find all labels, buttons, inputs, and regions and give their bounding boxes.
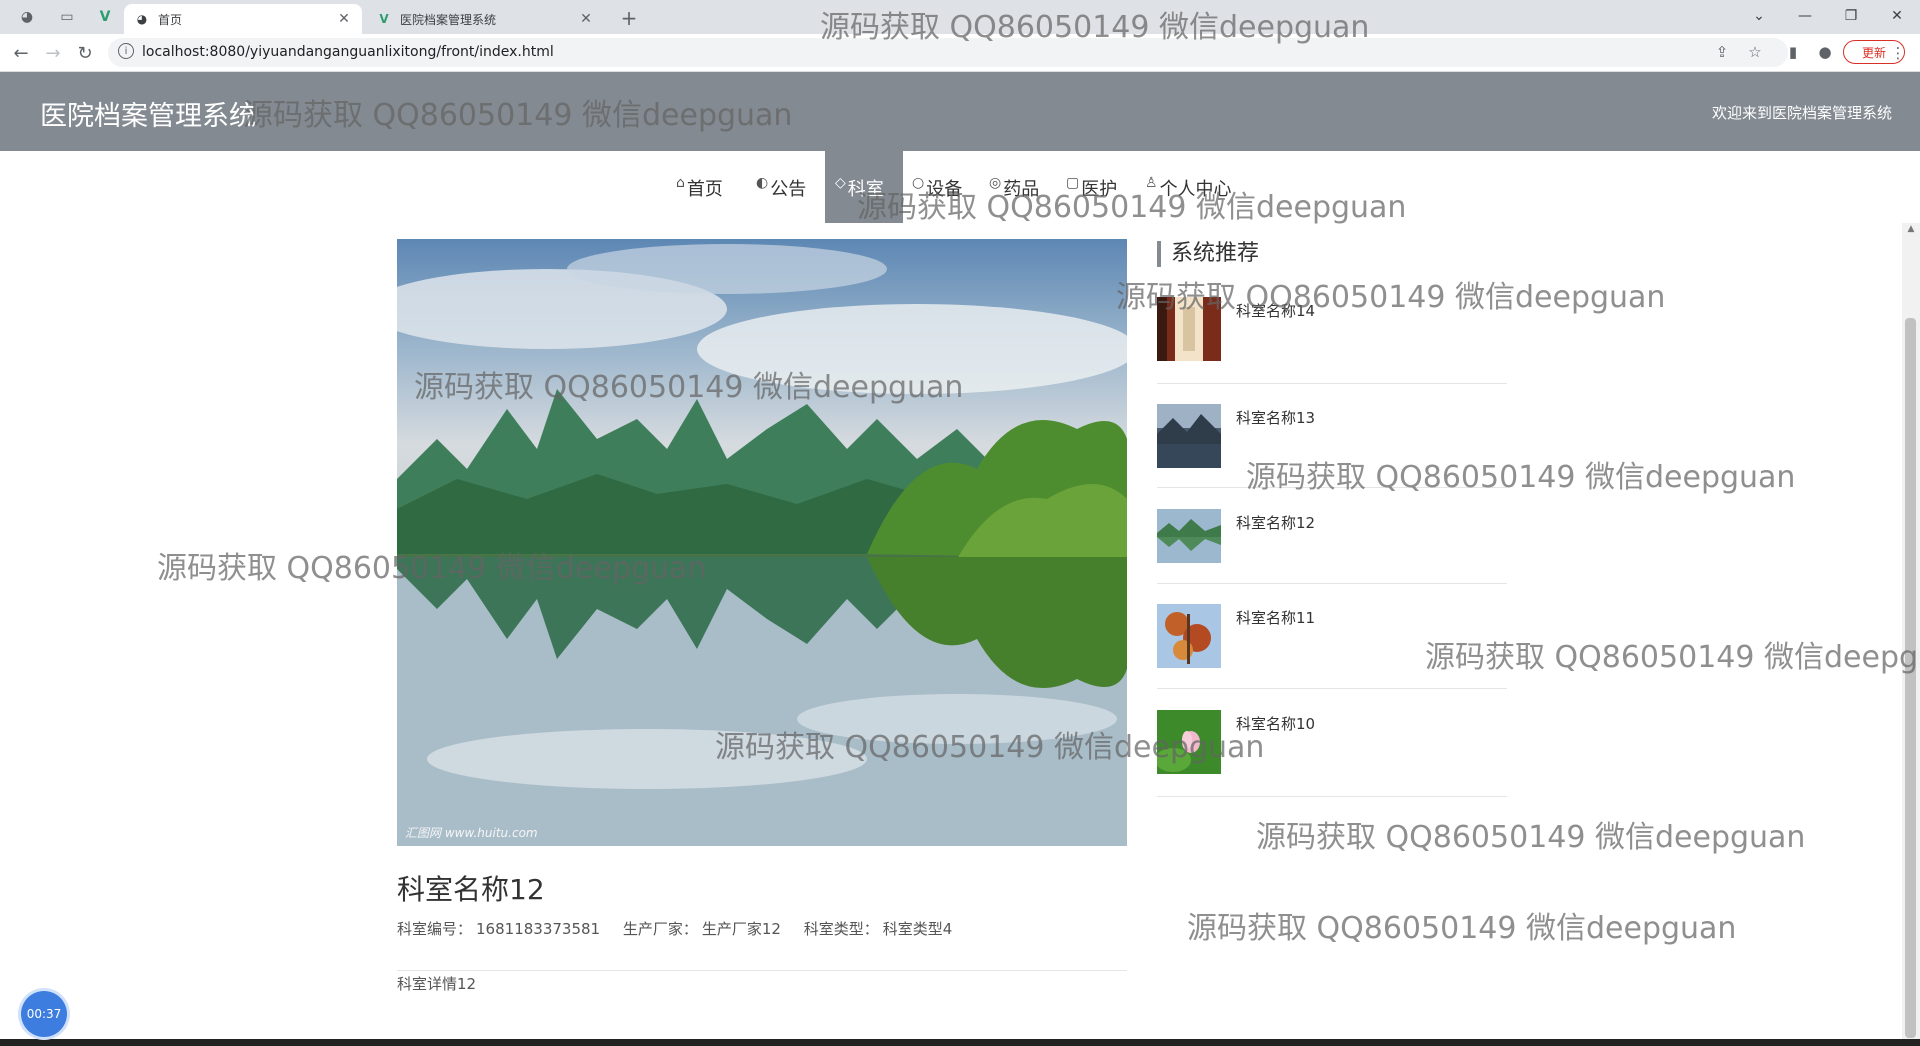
menu-label: 科室	[847, 179, 884, 200]
scroll-up-arrow-icon[interactable]: ▲	[1904, 224, 1918, 236]
department-image: 汇图网 www.huitu.com	[397, 239, 1127, 846]
side-panel-icon[interactable]: ▮	[1782, 41, 1804, 63]
scrollbar-thumb[interactable]	[1905, 318, 1916, 1038]
back-button[interactable]: ←	[9, 41, 33, 65]
divider	[397, 970, 1127, 971]
menu-item-medicine[interactable]: ◎ 药品	[989, 151, 1051, 223]
menu-item-equipment[interactable]: ○ 设备	[912, 151, 974, 223]
meta-value: 1681183373581	[476, 920, 601, 938]
menu-label: 公告	[770, 179, 807, 200]
watermark-text: 源码获取 QQ86050149 微信deepguan	[1256, 820, 1806, 855]
tab-search-icon[interactable]: ◕	[14, 5, 40, 29]
tag-icon: ◇	[835, 175, 846, 191]
browser-tab-system[interactable]: V 医院档案管理系统 ✕	[366, 4, 604, 34]
menu-item-home[interactable]: ⌂ 首页	[676, 151, 740, 223]
close-tab-icon[interactable]: ✕	[578, 11, 594, 27]
browser-tab-strip: ◕ ▭ V ◕ 首页 ✕ V 医院档案管理系统 ✕ + ⌄ — ❐ ✕	[0, 0, 1920, 34]
corridor-thumbnail	[1157, 297, 1221, 361]
divider	[1157, 487, 1507, 488]
recommend-thumbnail[interactable]	[1157, 404, 1221, 468]
watermark-text: 源码获取 QQ86050149 微信deepguan	[1187, 911, 1737, 946]
meta-value: 科室类型4	[882, 920, 953, 938]
recommend-name[interactable]: 科室名称12	[1236, 512, 1315, 533]
circle-icon: ○	[912, 175, 925, 191]
globe-icon: ◕	[136, 12, 148, 26]
more-menu-icon[interactable]: ⋮	[1887, 42, 1909, 64]
close-window-button[interactable]: ✕	[1874, 0, 1920, 32]
tab-label: 医院档案管理系统	[400, 12, 497, 27]
recommend-thumbnail[interactable]	[1157, 509, 1221, 563]
meta-label: 科室编号：	[397, 920, 473, 938]
department-meta: 科室编号： 1681183373581 生产厂家： 生产厂家12 科室类型： 科室类型…	[397, 918, 970, 939]
reload-button[interactable]: ↻	[73, 41, 97, 65]
address-toolbar: ← → ↻ i localhost:8080/yiyuandanganguanl…	[0, 34, 1920, 72]
divider	[1157, 383, 1507, 384]
meta-value: 生产厂家12	[701, 920, 781, 938]
site-info-icon[interactable]: i	[118, 43, 134, 59]
share-icon[interactable]: ⇪	[1711, 41, 1733, 63]
river-thumbnail	[1157, 509, 1221, 563]
recommend-name[interactable]: 科室名称10	[1236, 713, 1315, 734]
recommend-name[interactable]: 科室名称14	[1236, 300, 1315, 321]
forward-button[interactable]: →	[41, 41, 65, 65]
home-icon: ⌂	[676, 175, 685, 191]
menu-item-staff[interactable]: ▢ 医护	[1066, 151, 1128, 223]
url-text[interactable]: localhost:8080/yiyuandanganguanlixitong/…	[142, 44, 554, 60]
department-description: 科室详情12	[397, 975, 477, 993]
divider	[1157, 583, 1507, 584]
menu-item-department[interactable]: ◇ 科室	[825, 151, 903, 223]
user-icon: ♙	[1145, 175, 1158, 191]
tab-search-dropdown-icon[interactable]: ⌄	[1736, 0, 1782, 32]
palette-icon: ◐	[756, 175, 769, 191]
restore-button[interactable]: ❐	[1828, 0, 1874, 32]
bookmark-star-icon[interactable]: ☆	[1744, 41, 1766, 63]
recommend-name[interactable]: 科室名称13	[1236, 407, 1315, 428]
recommend-title: 系统推荐	[1157, 241, 1259, 267]
site-header: 医院档案管理系统 欢迎来到医院档案管理系统	[0, 72, 1920, 151]
divider	[1157, 796, 1507, 797]
address-bar[interactable]: i localhost:8080/yiyuandanganguanlixiton…	[108, 38, 1788, 67]
welcome-text: 欢迎来到医院档案管理系统	[1711, 104, 1892, 122]
menu-item-notice[interactable]: ◐ 公告	[756, 151, 818, 223]
menu-label: 个人中心	[1159, 179, 1232, 200]
divider	[1157, 688, 1507, 689]
meta-label: 生产厂家：	[622, 920, 698, 938]
pinned-tab-icon[interactable]: ▭	[54, 5, 80, 29]
lotus-thumbnail	[1157, 710, 1221, 774]
autumn-leaves-thumbnail	[1157, 604, 1221, 668]
recommend-thumbnail[interactable]	[1157, 710, 1221, 774]
recommend-thumbnail[interactable]	[1157, 604, 1221, 668]
bottom-strip	[0, 1039, 1920, 1046]
browser-tab-home[interactable]: ◕ 首页 ✕	[124, 4, 362, 34]
menu-item-profile[interactable]: ♙ 个人中心	[1145, 151, 1245, 223]
close-tab-icon[interactable]: ✕	[336, 11, 352, 27]
tab-label: 首页	[158, 12, 183, 27]
image-credit: 汇图网 www.huitu.com	[405, 826, 538, 840]
vue-favicon-icon: V	[379, 12, 389, 26]
landscape-illustration	[397, 244, 1127, 846]
minimize-button[interactable]: —	[1782, 0, 1828, 32]
lake-town-thumbnail	[1157, 404, 1221, 468]
menu-label: 医护	[1081, 179, 1118, 200]
watermark-text: 源码获取 QQ86050149 微信deepguan	[1425, 640, 1920, 675]
menu-label: 设备	[926, 179, 963, 200]
vue-favicon-icon[interactable]: V	[92, 5, 118, 29]
pills-icon: ◎	[989, 175, 1002, 191]
menu-label: 药品	[1003, 179, 1040, 200]
meta-label: 科室类型：	[803, 920, 879, 938]
department-title: 科室名称12	[397, 873, 545, 906]
calendar-icon: ▢	[1066, 175, 1080, 191]
watermark-text: 源码获取 QQ86050149 微信deepguan	[1246, 460, 1796, 495]
main-menu: ⌂ 首页 ◐ 公告 ◇ 科室 ○ 设备 ◎ 药品 ▢ 医护 ♙ 个人中心	[0, 151, 1920, 223]
recommend-name[interactable]: 科室名称11	[1236, 607, 1315, 628]
profile-avatar-icon[interactable]: ●	[1814, 41, 1836, 63]
site-title: 医院档案管理系统	[40, 101, 256, 132]
new-tab-button[interactable]: +	[616, 6, 642, 30]
menu-label: 首页	[686, 179, 723, 200]
recommend-thumbnail[interactable]	[1157, 297, 1221, 361]
recording-timer[interactable]: 00:37	[21, 991, 67, 1037]
